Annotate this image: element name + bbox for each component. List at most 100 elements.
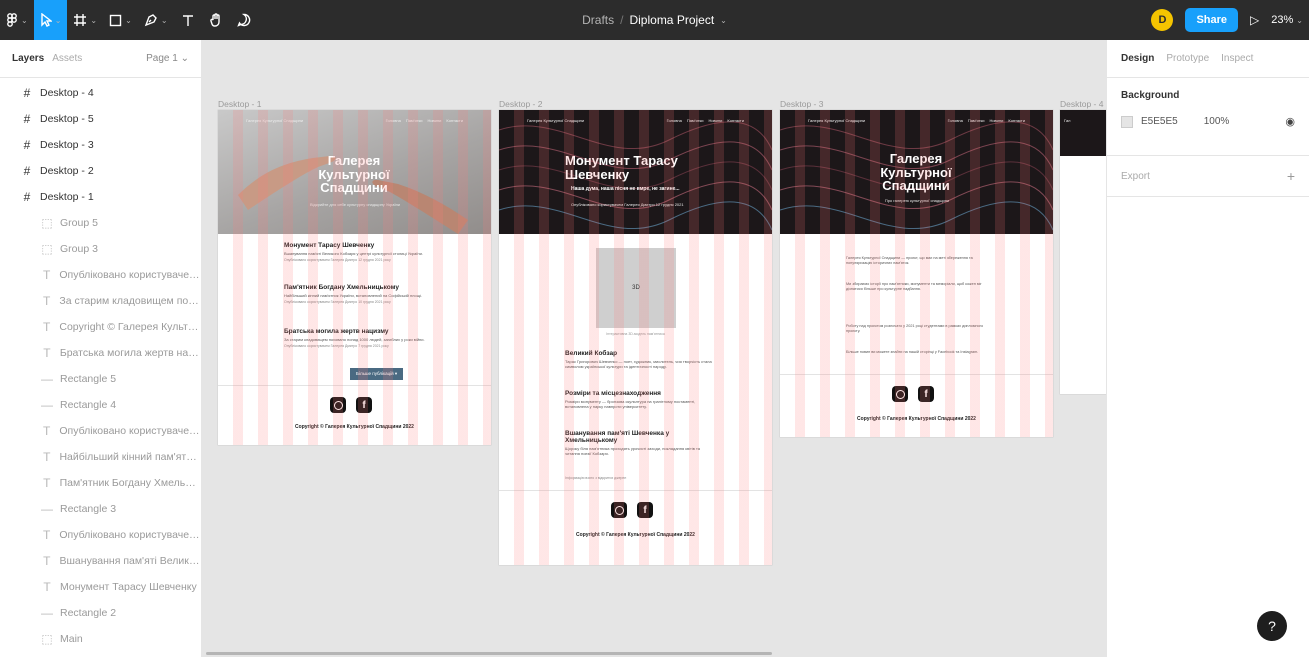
- frame-label[interactable]: Desktop - 4: [1060, 99, 1103, 109]
- layer-item[interactable]: — Rectangle 2: [0, 600, 201, 626]
- layer-item[interactable]: # Desktop - 1: [0, 184, 201, 210]
- article-title[interactable]: Пам'ятник Богдану Хмельницькому: [284, 284, 434, 291]
- layer-item[interactable]: — Rectangle 3: [0, 496, 201, 522]
- instagram-icon[interactable]: [330, 397, 346, 413]
- main-menu-button[interactable]: ⌄: [0, 0, 34, 40]
- layer-item[interactable]: — Rectangle 4: [0, 392, 201, 418]
- more-posts-button[interactable]: Більше публікацій ▾: [350, 368, 404, 380]
- frame-desktop-4[interactable]: Гал: [1060, 110, 1106, 394]
- present-button[interactable]: ▷: [1250, 13, 1259, 27]
- frame-desktop-1[interactable]: Галерея Культурної Спадщини Головна Пам'…: [218, 110, 491, 445]
- layer-item[interactable]: ⬚ Group 3: [0, 236, 201, 262]
- layer-item[interactable]: T Вшанування пам'яті Великог...: [0, 548, 201, 574]
- eye-icon[interactable]: ◉: [1285, 115, 1295, 128]
- chevron-down-icon[interactable]: ⌄: [720, 16, 727, 25]
- move-tool-button[interactable]: ⌄: [33, 0, 68, 40]
- layer-item[interactable]: T За старим кладовищем поко...: [0, 288, 201, 314]
- nav-link[interactable]: Новини: [989, 118, 1003, 123]
- background-hex[interactable]: E5E5E5: [1141, 116, 1178, 127]
- frame-tool-button[interactable]: ⌄: [67, 0, 103, 40]
- layer-item[interactable]: T Пам'ятник Богдану Хмельни...: [0, 470, 201, 496]
- article-title[interactable]: Монумент Тарасу Шевченку: [284, 242, 434, 249]
- site-nav: Гал: [1060, 118, 1106, 123]
- avatar[interactable]: D: [1151, 9, 1174, 31]
- article-card[interactable]: Братська могила жертв нацизму За старим …: [284, 328, 434, 348]
- page-selector[interactable]: Page 1 ⌄: [146, 53, 189, 64]
- frame-label[interactable]: Desktop - 2: [499, 99, 542, 109]
- site-brand[interactable]: Галерея Культурної Спадщини: [808, 118, 865, 123]
- chevron-down-icon: ⌄: [21, 15, 28, 25]
- model-placeholder[interactable]: 3D: [596, 248, 676, 328]
- section-text: Тарас Григорович Шевченко — поет, художн…: [565, 359, 712, 369]
- site-brand[interactable]: Галерея Культурної Спадщини: [246, 118, 303, 123]
- layer-item[interactable]: T Монумент Тарасу Шевченку: [0, 574, 201, 600]
- layers-panel-tabs: Layers Assets Page 1 ⌄: [0, 40, 201, 78]
- instagram-icon[interactable]: [611, 502, 627, 518]
- footer-note: Інформацію взято з відкритих джерел: [565, 476, 627, 480]
- shape-tool-button[interactable]: ⌄: [103, 0, 138, 40]
- background-fill-row[interactable]: E5E5E5 100% ◉: [1121, 115, 1295, 128]
- plus-icon[interactable]: +: [1287, 168, 1295, 184]
- article-title[interactable]: Братська могила жертв нацизму: [284, 328, 434, 335]
- share-button[interactable]: Share: [1185, 8, 1239, 32]
- breadcrumb-folder[interactable]: Drafts: [582, 13, 614, 27]
- hand-tool-button[interactable]: [202, 0, 230, 40]
- article-card[interactable]: Монумент Тарасу Шевченку Вшанування пам'…: [284, 242, 434, 262]
- export-section: Export +: [1107, 156, 1309, 197]
- site-brand[interactable]: Галерея Культурної Спадщини: [527, 118, 584, 123]
- layer-item[interactable]: T Опубліковано користувачем ...: [0, 522, 201, 548]
- layer-item[interactable]: ⬚ Group 5: [0, 210, 201, 236]
- nav-link[interactable]: Пам'ятки: [406, 118, 423, 123]
- layer-item[interactable]: T Братська могила жертв нац...: [0, 340, 201, 366]
- zoom-menu[interactable]: 23% ⌄: [1271, 14, 1303, 26]
- facebook-icon[interactable]: f: [356, 397, 372, 413]
- facebook-icon[interactable]: f: [637, 502, 653, 518]
- layer-item[interactable]: T Опубліковано користувачем ...: [0, 262, 201, 288]
- frame-desktop-3[interactable]: Галерея Культурної Спадщини Головна Пам'…: [780, 110, 1053, 437]
- frame-desktop-2[interactable]: Галерея Культурної Спадщини Головна Пам'…: [499, 110, 772, 565]
- nav-link[interactable]: Контакти: [446, 118, 463, 123]
- layer-item[interactable]: ⬚ Main: [0, 626, 201, 652]
- tab-layers[interactable]: Layers: [12, 53, 44, 64]
- article-meta: Опубліковано користувачем Галерея Дмитро…: [284, 300, 391, 304]
- pen-tool-button[interactable]: ⌄: [138, 0, 174, 40]
- background-opacity[interactable]: 100%: [1204, 116, 1230, 127]
- article-card[interactable]: Пам'ятник Богдану Хмельницькому Найбільш…: [284, 284, 434, 304]
- breadcrumb-separator: /: [620, 13, 624, 27]
- layer-item[interactable]: T Опубліковано користувачем ...: [0, 418, 201, 444]
- layer-item[interactable]: — Rectangle 5: [0, 366, 201, 392]
- nav-link[interactable]: Головна: [948, 118, 963, 123]
- canvas[interactable]: Desktop - 1 Галерея Культурної Спадщини …: [202, 40, 1106, 657]
- nav-link[interactable]: Головна: [386, 118, 401, 123]
- nav-link[interactable]: Новини: [427, 118, 441, 123]
- tab-inspect[interactable]: Inspect: [1221, 53, 1253, 64]
- text-tool-button[interactable]: [174, 0, 202, 40]
- color-swatch[interactable]: [1121, 115, 1133, 128]
- layer-item[interactable]: # Desktop - 3: [0, 132, 201, 158]
- site-brand[interactable]: Гал: [1064, 118, 1071, 123]
- nav-link[interactable]: Пам'ятки: [968, 118, 985, 123]
- tab-prototype[interactable]: Prototype: [1166, 53, 1209, 64]
- layer-item[interactable]: T Copyright © Галерея Культур...: [0, 314, 201, 340]
- frame-label[interactable]: Desktop - 1: [218, 99, 261, 109]
- frame-label[interactable]: Desktop - 3: [780, 99, 823, 109]
- file-name[interactable]: Diploma Project: [629, 13, 714, 27]
- nav-link[interactable]: Головна: [667, 118, 682, 123]
- tab-assets[interactable]: Assets: [52, 53, 82, 64]
- layer-item[interactable]: T Найбільший кінний пам'ятни...: [0, 444, 201, 470]
- instagram-icon[interactable]: [892, 386, 908, 402]
- horizontal-scrollbar[interactable]: [206, 652, 772, 655]
- comment-tool-button[interactable]: [230, 0, 258, 40]
- nav-link[interactable]: Новини: [708, 118, 722, 123]
- layer-item[interactable]: # Desktop - 2: [0, 158, 201, 184]
- layer-name: Опубліковано користувачем ...: [59, 425, 201, 437]
- facebook-icon[interactable]: f: [918, 386, 934, 402]
- layer-item[interactable]: # Desktop - 4: [0, 80, 201, 106]
- help-button[interactable]: ?: [1257, 611, 1287, 641]
- background-title: Background: [1121, 90, 1180, 101]
- tab-design[interactable]: Design: [1121, 53, 1154, 64]
- nav-link[interactable]: Пам'ятки: [687, 118, 704, 123]
- layer-item[interactable]: # Desktop - 5: [0, 106, 201, 132]
- nav-link[interactable]: Контакти: [1008, 118, 1025, 123]
- nav-link[interactable]: Контакти: [727, 118, 744, 123]
